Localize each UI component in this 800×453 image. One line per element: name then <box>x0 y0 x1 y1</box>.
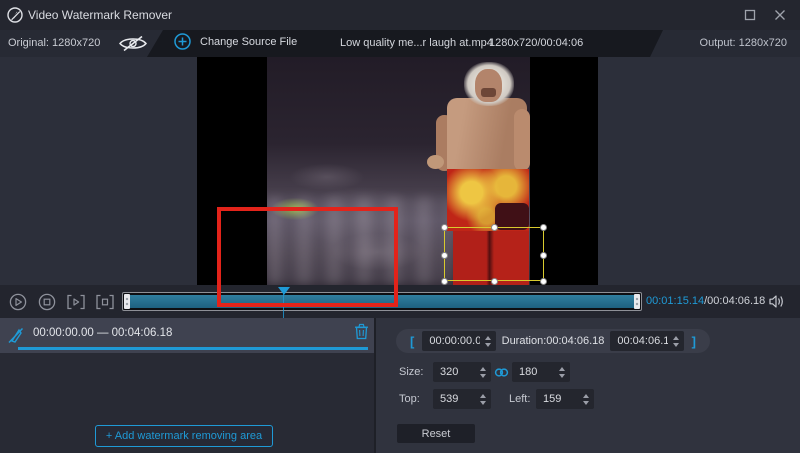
eye-off-icon[interactable] <box>118 34 148 53</box>
left-input[interactable] <box>536 393 578 405</box>
close-button[interactable] <box>770 7 790 23</box>
stop-segment-button[interactable] <box>95 292 115 312</box>
plus-circle-icon <box>174 33 191 50</box>
top-field[interactable] <box>433 389 491 409</box>
original-resolution-label: Original: 1280x720 <box>8 37 100 49</box>
chain-link-icon[interactable] <box>494 367 509 378</box>
end-time-field[interactable] <box>610 331 683 351</box>
watermark-blur-region <box>267 197 452 285</box>
trim-handle-right[interactable] <box>634 294 640 309</box>
end-time-stepper[interactable] <box>668 336 684 347</box>
set-start-bracket[interactable]: [ <box>408 334 416 349</box>
timeline-row: 00:01:15.14/00:04:06.18 <box>0 285 800 318</box>
watermark-list-panel: 00:00:00.00 — 00:04:06.18 + Add watermar… <box>0 318 374 453</box>
stop-button[interactable] <box>37 292 57 312</box>
resize-handle-n[interactable] <box>491 224 498 231</box>
resize-handle-s[interactable] <box>491 278 498 285</box>
output-resolution-label: Output: 1280x720 <box>700 37 787 49</box>
start-time-stepper[interactable] <box>480 336 496 347</box>
width-field[interactable] <box>433 362 491 382</box>
height-input[interactable] <box>512 366 554 378</box>
trash-icon[interactable] <box>354 323 369 340</box>
area-properties-panel: [ Duration:00:04:06.18 ] Size: <box>374 318 800 453</box>
app-logo-icon <box>7 7 23 23</box>
speaker-icon[interactable] <box>768 294 785 309</box>
resize-handle-se[interactable] <box>540 278 547 285</box>
left-label: Left: <box>509 393 536 405</box>
toolbar: Original: 1280x720 Change Source File Lo… <box>0 30 800 57</box>
segment-selected-underline <box>18 347 368 350</box>
height-field[interactable] <box>512 362 570 382</box>
left-field[interactable] <box>536 389 594 409</box>
top-label: Top: <box>399 393 433 405</box>
add-watermark-area-button[interactable]: + Add watermark removing area <box>95 425 273 447</box>
play-segment-button[interactable] <box>66 292 86 312</box>
segment-time-range: 00:00:00.00 — 00:04:06.18 <box>33 327 172 339</box>
size-label: Size: <box>399 366 433 378</box>
loaded-filename: Low quality me...r laugh at.mp4 <box>340 37 493 49</box>
video-preview-area <box>0 57 800 285</box>
playhead-line <box>283 293 284 318</box>
start-time-input[interactable] <box>422 335 479 347</box>
height-stepper[interactable] <box>554 367 570 378</box>
watermark-segment-row[interactable]: 00:00:00.00 — 00:04:06.18 <box>0 318 374 353</box>
end-time-input[interactable] <box>610 335 667 347</box>
set-end-bracket[interactable]: ] <box>690 334 698 349</box>
resize-handle-w[interactable] <box>441 252 448 259</box>
playhead-marker[interactable] <box>278 287 290 295</box>
maximize-button[interactable] <box>740 7 760 23</box>
change-source-file-button[interactable]: Change Source File <box>174 33 297 50</box>
brush-slash-icon <box>6 325 26 345</box>
width-input[interactable] <box>433 366 475 378</box>
total-time: /00:04:06.18 <box>704 295 765 307</box>
play-button[interactable] <box>8 292 28 312</box>
resize-handle-nw[interactable] <box>441 224 448 231</box>
watermark-selection-box[interactable] <box>444 227 544 281</box>
app-window: Video Watermark Remover Original: 1280x7… <box>0 0 800 453</box>
resize-handle-e[interactable] <box>540 252 547 259</box>
left-stepper[interactable] <box>578 394 594 405</box>
resize-handle-ne[interactable] <box>540 224 547 231</box>
titlebar: Video Watermark Remover <box>0 0 800 30</box>
file-resolution-duration: 1280x720/00:04:06 <box>489 37 583 49</box>
window-title: Video Watermark Remover <box>28 8 172 22</box>
video-frame <box>197 57 598 285</box>
timeline-slider[interactable] <box>122 292 642 311</box>
start-time-field[interactable] <box>422 331 495 351</box>
top-input[interactable] <box>433 393 475 405</box>
current-time: 00:01:15.14 <box>646 295 704 307</box>
duration-label: Duration:00:04:06.18 <box>502 335 605 347</box>
top-stepper[interactable] <box>475 394 491 405</box>
width-stepper[interactable] <box>475 367 491 378</box>
timeline-fill <box>130 295 634 308</box>
resize-handle-sw[interactable] <box>441 278 448 285</box>
timecode-display: 00:01:15.14/00:04:06.18 <box>646 295 765 307</box>
reset-button[interactable]: Reset <box>397 424 475 443</box>
change-source-label: Change Source File <box>200 36 297 48</box>
segment-time-group: [ Duration:00:04:06.18 ] <box>396 329 710 353</box>
trim-handle-left[interactable] <box>124 294 130 309</box>
